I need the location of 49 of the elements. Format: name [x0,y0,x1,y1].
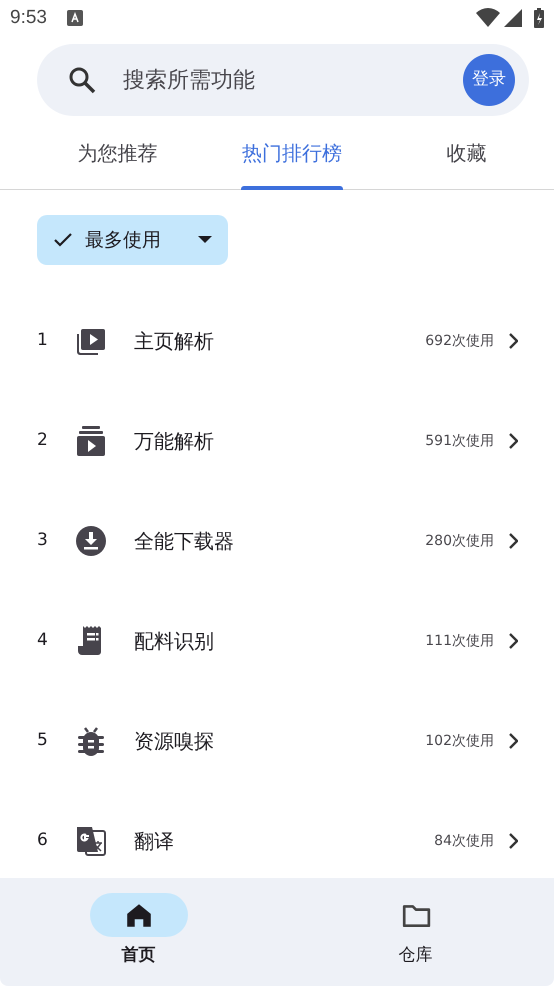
login-button[interactable]: 登录 [463,54,515,106]
ranking-row[interactable]: 1 主页解析 692次使用 [0,291,554,391]
rank-number: 3 [37,529,49,552]
rank-number: 6 [37,829,49,852]
search-icon [67,65,97,95]
usage-count: 692次使用 [425,332,494,350]
chevron-right-icon [508,633,518,649]
rank-number: 4 [37,629,49,652]
ranking-row[interactable]: 4 配料识别 111次使用 [0,591,554,691]
tab[interactable]: 为您推荐 [30,116,205,190]
check-icon [53,232,73,248]
function-name: 配料识别 [134,628,215,655]
rank-number: 1 [37,329,49,352]
rank-number: 5 [37,729,49,752]
chevron-right-icon [508,433,518,449]
nav-item[interactable]: 首页 [0,878,277,986]
chevron-right-icon [508,533,518,549]
filter-chip[interactable]: 最多使用 [37,215,228,265]
ranking-row[interactable]: 3 全能下载器 280次使用 [0,491,554,591]
battery-icon [534,8,544,28]
function-name: 资源嗅探 [134,728,215,755]
status-time: 9:53 [10,6,47,30]
function-name: 主页解析 [134,328,215,355]
usage-count: 280次使用 [425,532,494,550]
ranking-row[interactable]: 6 翻译 84次使用 [0,791,554,878]
function-name: 全能下载器 [134,528,235,555]
ranking-row[interactable]: 2 万能解析 591次使用 [0,391,554,491]
translate-icon [74,824,108,858]
nav-item[interactable]: 仓库 [277,878,554,986]
rank-number: 2 [37,429,49,452]
ranking-row[interactable]: 5 资源嗅探 102次使用 [0,691,554,791]
usage-count: 591次使用 [425,432,494,450]
search-bar[interactable]: 搜索所需功能 登录 [37,44,529,116]
dropdown-caret-icon [198,236,212,244]
chevron-right-icon [508,833,518,849]
chevron-right-icon [508,733,518,749]
function-name: 翻译 [134,828,175,855]
usage-count: 102次使用 [425,732,494,750]
download-icon [74,524,108,558]
wifi-icon [476,8,500,28]
chevron-right-icon [508,333,518,349]
tab[interactable]: 收藏 [379,116,554,190]
function-name: 万能解析 [134,428,215,455]
notification-icon [66,10,83,26]
signal-icon [504,9,522,27]
video-box-icon [74,424,108,458]
usage-count: 84次使用 [434,832,494,850]
tab[interactable]: 热门排行榜 [204,116,380,190]
usage-count: 111次使用 [425,632,494,650]
